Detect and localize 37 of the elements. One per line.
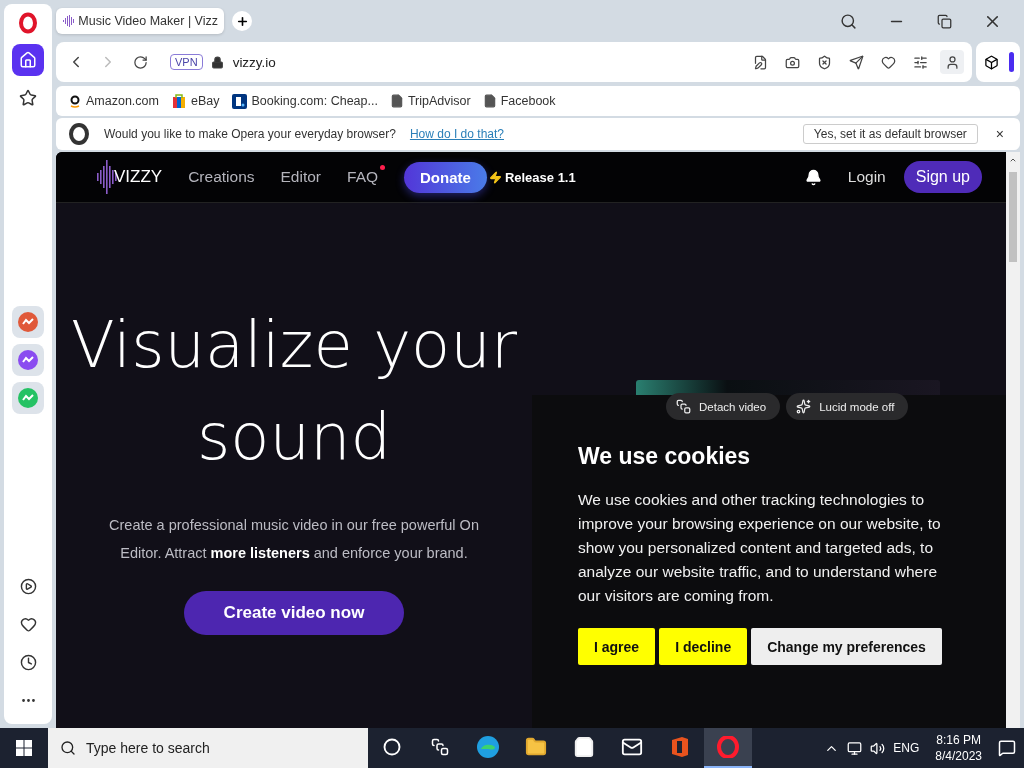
login-link[interactable]: Login	[847, 168, 886, 186]
url-text: vizzy.io	[232, 54, 276, 70]
video-control-button[interactable]: Detach video	[666, 393, 781, 420]
taskbar-search-field[interactable]: Type here to search	[48, 728, 368, 768]
clock-date[interactable]: 8/4/2023	[935, 748, 982, 764]
cookie-title: We use cookies	[578, 443, 752, 470]
clock-time[interactable]: 8:16 PM	[936, 732, 981, 748]
signup-button[interactable]: Sign up	[903, 161, 982, 193]
bookmark-link[interactable]: Booking.com: Cheap...	[251, 94, 378, 108]
bookmark-link[interactable]: TripAdvisor	[407, 94, 471, 108]
language-indicator[interactable]: ENG	[893, 741, 920, 755]
release-link[interactable]: Release 1.1	[504, 169, 576, 185]
vpn-badge[interactable]: VPN	[170, 54, 203, 70]
cookie-button[interactable]: Change my preferences	[751, 628, 942, 665]
prompt-text: Would you like to make Opera your everyday browser?	[104, 127, 396, 141]
create-video-button[interactable]: Create video now	[183, 591, 405, 635]
hero-title: Visualize your	[70, 307, 518, 384]
help-link[interactable]: How do I do that?	[409, 127, 504, 141]
bookmark-link[interactable]: Amazon.com	[86, 94, 159, 108]
cookie-button[interactable]: I agree	[578, 628, 656, 665]
address-bar[interactable]: VPN vizzy.io	[56, 42, 972, 82]
set-default-button[interactable]: Yes, set it as default browser	[802, 124, 978, 144]
hero-subtitle: Create a professional music video in our free powerful On Editor. Attract more listeners and enforce your brand.	[109, 516, 479, 563]
browser-tab[interactable]: Music Video Maker | Vizz	[56, 8, 224, 34]
video-control-button[interactable]: Lucid mode off	[786, 393, 909, 420]
cookie-button[interactable]: I decline	[659, 628, 748, 665]
bookmark-link[interactable]: Facebook	[500, 94, 556, 108]
donate-button[interactable]: Donate	[404, 161, 487, 193]
nav-link[interactable]: Creations	[188, 168, 255, 186]
hero-title: sound	[196, 399, 392, 476]
nav-link[interactable]: FAQ	[347, 168, 379, 186]
cookie-text: We use cookies and other tracking technologies to improve your browsing experience on our website, to show you personalized content and targeted ads, to analyze our website traffic, and to understand where our visitors are coming from.	[578, 490, 942, 606]
tab-title: Music Video Maker | Vizz	[78, 14, 218, 28]
site-logo-text[interactable]: VIZZY	[114, 167, 163, 187]
bookmark-link[interactable]: eBay	[190, 94, 220, 108]
nav-link[interactable]: Editor	[280, 168, 321, 186]
close-button[interactable]: ×	[991, 126, 1008, 142]
